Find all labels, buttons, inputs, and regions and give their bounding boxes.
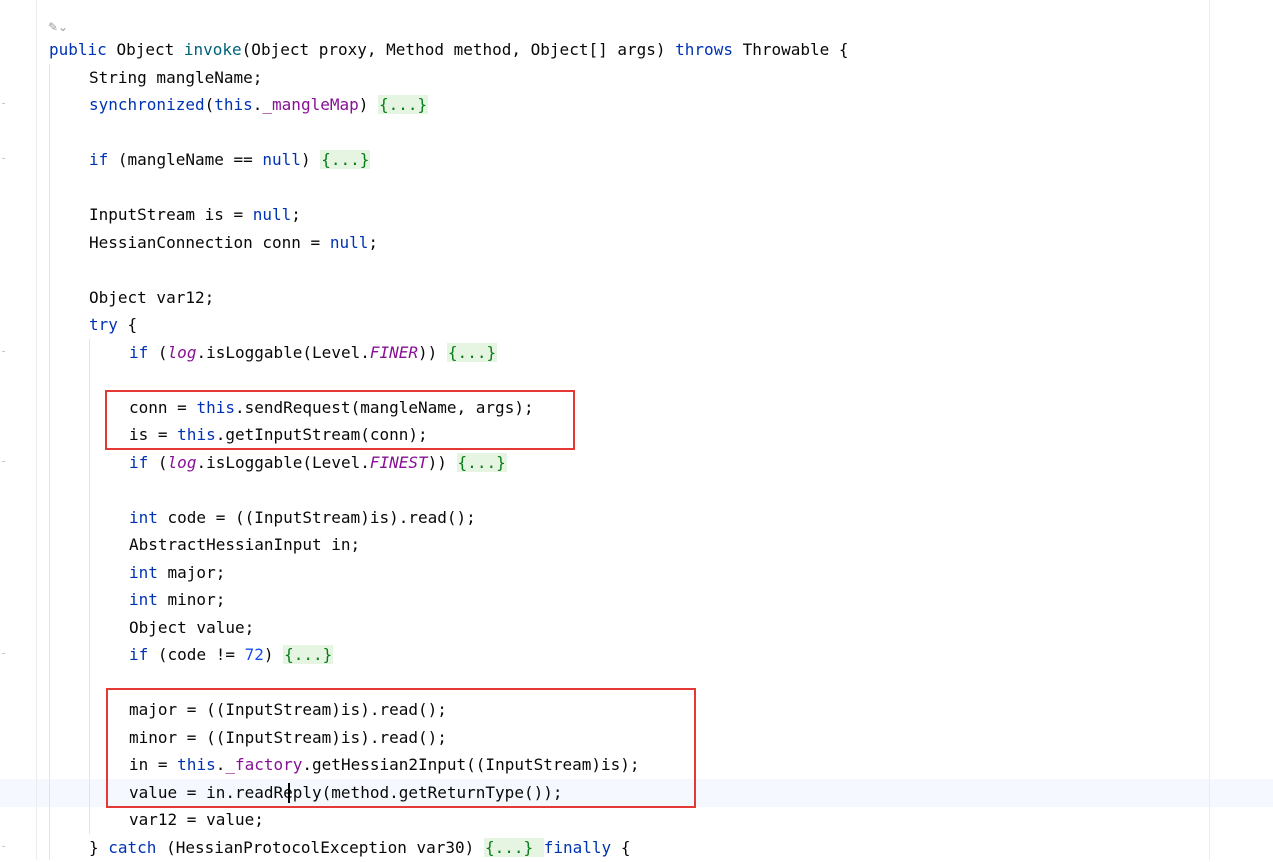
code-line[interactable]: Object value; xyxy=(129,614,254,642)
code-token: int xyxy=(129,590,168,609)
code-line[interactable]: Object var12; xyxy=(89,284,214,312)
code-token: (code != xyxy=(157,645,245,664)
code-token: ; xyxy=(291,205,301,224)
code-token: this xyxy=(214,95,253,114)
indent-guide xyxy=(49,64,50,860)
code-token: null xyxy=(262,150,301,169)
code-token: ) xyxy=(358,95,378,114)
highlight-box-request xyxy=(105,390,575,450)
code-token: Throwable { xyxy=(742,40,849,59)
folded-code-block[interactable]: {...} xyxy=(283,645,334,664)
code-token: null xyxy=(252,205,292,224)
code-line[interactable]: if (mangleName == null) {...} xyxy=(89,146,371,174)
code-token: synchronized xyxy=(89,95,205,114)
code-line[interactable]: if (log.isLoggable(Level.FINER)) {...} xyxy=(129,339,498,367)
code-token: { xyxy=(127,315,138,334)
code-line[interactable]: int major; xyxy=(129,559,225,587)
folded-code-block[interactable]: {...} xyxy=(456,453,507,472)
code-token: public xyxy=(49,40,117,59)
code-token: if xyxy=(129,343,158,362)
code-token: major; xyxy=(167,563,226,582)
code-line[interactable]: if (log.isLoggable(Level.FINEST)) {...} xyxy=(129,449,507,477)
code-token: if xyxy=(129,645,158,664)
code-token: ) xyxy=(263,645,284,664)
code-token: throws xyxy=(675,40,743,59)
gutter-separator xyxy=(36,0,37,860)
code-token: FINER xyxy=(369,343,419,362)
code-line[interactable]: var12 = value; xyxy=(129,806,264,834)
highlight-box-reply xyxy=(106,688,696,808)
code-token: log xyxy=(167,453,197,472)
code-token: catch xyxy=(108,838,167,857)
code-token: . xyxy=(252,95,263,114)
code-token: ( xyxy=(157,343,168,362)
code-line[interactable]: int code = ((InputStream)is).read(); xyxy=(129,504,476,532)
folded-code-block[interactable]: {...} xyxy=(320,150,371,169)
code-token: 72 xyxy=(244,645,264,664)
code-token: (HessianProtocolException var30) xyxy=(166,838,484,857)
folded-code-block[interactable]: {...} xyxy=(483,838,544,857)
inlay-hint-icon[interactable]: ✎⌄ xyxy=(48,17,78,37)
code-token: )) xyxy=(418,343,447,362)
code-line[interactable]: AbstractHessianInput in; xyxy=(129,531,360,559)
code-token: Object value; xyxy=(129,618,255,637)
code-token: if xyxy=(129,453,158,472)
code-token: HessianConnection conn = xyxy=(89,233,330,252)
code-line[interactable]: public Object invoke(Object proxy, Metho… xyxy=(49,36,849,64)
right-margin-guide xyxy=(1209,0,1210,860)
folded-code-block[interactable]: {...} xyxy=(378,95,429,114)
code-token: log xyxy=(167,343,197,362)
code-token: if xyxy=(89,150,118,169)
code-token: var12 = value; xyxy=(129,810,264,829)
code-token: invoke xyxy=(183,40,242,59)
code-token: ) xyxy=(300,150,321,169)
code-token: } xyxy=(89,838,109,857)
code-token: ( xyxy=(157,453,168,472)
code-token: Object xyxy=(116,40,184,59)
code-token: .isLoggable(Level. xyxy=(196,343,370,362)
code-editor[interactable]: ✎⌄ public Object invoke(Object proxy, Me… xyxy=(0,0,1273,860)
code-line[interactable]: HessianConnection conn = null; xyxy=(89,229,378,257)
gutter-marker xyxy=(2,351,5,352)
code-token: )) xyxy=(427,453,457,472)
code-line[interactable]: try { xyxy=(89,311,137,339)
code-token: .isLoggable(Level. xyxy=(196,453,370,472)
code-token: FINEST xyxy=(369,453,428,472)
code-token: InputStream is = xyxy=(89,205,253,224)
code-token: ; xyxy=(368,233,378,252)
gutter-marker xyxy=(2,653,5,654)
code-token: _mangleMap xyxy=(262,95,359,114)
code-token: int xyxy=(129,508,168,527)
code-token: Object var12; xyxy=(89,288,215,307)
gutter-marker xyxy=(2,846,5,847)
code-token: try xyxy=(89,315,128,334)
code-line[interactable]: } catch (HessianProtocolException var30)… xyxy=(89,834,630,862)
code-token: finally xyxy=(543,838,621,857)
code-token: null xyxy=(329,233,369,252)
code-token: String mangleName; xyxy=(89,68,263,87)
code-line[interactable]: InputStream is = null; xyxy=(89,201,301,229)
gutter-marker xyxy=(2,158,5,159)
code-line[interactable]: synchronized(this._mangleMap) {...} xyxy=(89,91,429,119)
code-token: minor; xyxy=(167,590,226,609)
gutter-marker xyxy=(2,103,5,104)
folded-code-block[interactable]: {...} xyxy=(446,343,498,362)
code-line[interactable]: int minor; xyxy=(129,586,225,614)
code-token: ( xyxy=(204,95,215,114)
code-token: { xyxy=(620,838,631,857)
code-token: AbstractHessianInput in; xyxy=(129,535,361,554)
code-line[interactable]: if (code != 72) {...} xyxy=(129,641,334,669)
indent-guide xyxy=(89,339,90,834)
code-token: code = ((InputStream)is).read(); xyxy=(167,508,476,527)
gutter-marker xyxy=(2,461,5,462)
code-line[interactable]: String mangleName; xyxy=(89,64,262,92)
code-token: (mangleName == xyxy=(117,150,263,169)
code-token: (Object proxy, Method method, Object[] a… xyxy=(241,40,676,59)
code-token: int xyxy=(129,563,168,582)
